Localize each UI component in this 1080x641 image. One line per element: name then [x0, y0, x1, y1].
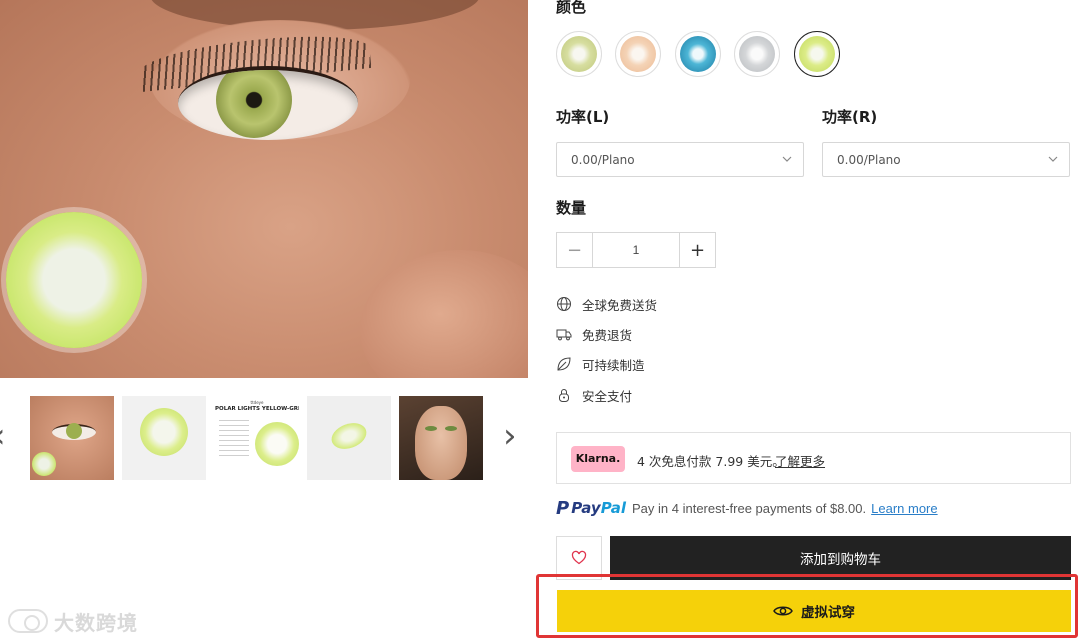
lock-icon — [559, 389, 569, 402]
feature-free-shipping: 全球免费送货 — [556, 294, 657, 314]
thumbnail-lens-disc — [140, 408, 188, 456]
swatch-yellow-green[interactable] — [556, 31, 602, 77]
quantity-increase-button[interactable]: + — [679, 233, 715, 267]
iris-shape — [216, 70, 292, 138]
thumbnail-eye-left — [425, 426, 437, 431]
chevron-down-icon — [782, 156, 792, 162]
heart-icon — [571, 550, 587, 565]
chevron-down-icon — [1048, 156, 1058, 162]
swatch-peach[interactable] — [615, 31, 661, 77]
thumbnail-strip: ‹ ttdeye POLAR LIGHTS YELLOW-GREEN › — [0, 396, 528, 480]
power-left-value: 0.00/Plano — [571, 153, 635, 167]
quantity-decrease-button[interactable]: − — [557, 233, 593, 267]
paypal-text: Pay in 4 interest-free payments of $8.00… — [632, 500, 867, 516]
swatch-grey[interactable] — [734, 31, 780, 77]
klarna-text: 4 次免息付款 7.99 美元。 — [637, 454, 785, 469]
contact-lens-image — [6, 212, 142, 348]
quantity-input[interactable] — [593, 233, 679, 267]
watermark-text: 大数跨境 — [54, 610, 138, 635]
thumbnail-lens-shape — [32, 452, 56, 476]
feature-secure-payment: 安全支付 — [556, 385, 632, 405]
klarna-banner: Klarna. 4 次免息付款 7.99 美元。 了解更多 — [556, 432, 1071, 484]
quantity-stepper: − + — [556, 232, 716, 268]
feature-text: 全球免费送货 — [582, 297, 658, 313]
swatch-lime[interactable] — [794, 31, 840, 77]
feature-free-returns: 免费退货 — [556, 324, 632, 344]
paypal-banner: P PayPal Pay in 4 interest-free payments… — [556, 497, 938, 519]
feature-text: 可持续制造 — [582, 357, 645, 373]
product-main-image — [0, 0, 528, 378]
thumbnail-eye-closeup[interactable] — [30, 396, 114, 480]
swatch-lens-dot — [799, 36, 835, 72]
feature-text: 安全支付 — [582, 388, 633, 404]
chevron-right-icon[interactable]: › — [503, 419, 527, 456]
paypal-p-icon: P — [556, 497, 570, 519]
color-label: 颜色 — [556, 0, 587, 16]
power-left-label: 功率(L) — [556, 108, 610, 126]
paypal-logo: PayPal — [571, 499, 626, 517]
swatch-lens-dot — [739, 36, 775, 72]
nose-shape — [360, 250, 528, 378]
swatch-aqua-blue[interactable] — [675, 31, 721, 77]
quantity-label: 数量 — [556, 199, 587, 217]
thumbnail-lens-disc — [255, 422, 299, 466]
thumbnail-lens-disc — [327, 418, 371, 454]
feature-text: 免费退货 — [582, 327, 633, 343]
swatch-lens-dot — [680, 36, 716, 72]
paypal-learn-more-link[interactable]: Learn more — [871, 501, 937, 516]
power-right-value: 0.00/Plano — [837, 153, 901, 167]
thumbnail-model-portrait[interactable] — [399, 396, 483, 480]
thumbnail-face-shape — [415, 406, 467, 480]
power-right-select[interactable]: 0.00/Plano — [822, 142, 1070, 177]
thumbnail-iris-shape — [66, 423, 82, 439]
truck-icon — [556, 329, 572, 341]
klarna-learn-more-link[interactable]: 了解更多 — [775, 451, 825, 470]
leaf-icon — [557, 357, 571, 371]
thumbnail-lens-single[interactable] — [122, 396, 206, 480]
globe-icon — [557, 297, 571, 311]
thumbnail-spec-lines — [219, 420, 249, 456]
thumbnail-lens-angled[interactable] — [307, 396, 391, 480]
eye-shape — [178, 66, 358, 140]
klarna-logo: Klarna. — [571, 446, 625, 472]
virtual-try-on-button[interactable]: 虚拟试穿 — [557, 590, 1071, 632]
eye-icon — [773, 606, 793, 616]
thumbnail-eye-shape — [52, 423, 96, 440]
thumbnail-brand: ttdeye — [250, 400, 264, 405]
virtual-try-on-label: 虚拟试穿 — [801, 605, 855, 621]
feature-sustainable: 可持续制造 — [556, 354, 645, 374]
swatch-lens-dot — [561, 36, 597, 72]
thumbnail-title: POLAR LIGHTS YELLOW-GREEN — [215, 406, 299, 412]
power-right-label: 功率(R) — [822, 108, 878, 126]
power-left-select[interactable]: 0.00/Plano — [556, 142, 804, 177]
chevron-left-icon[interactable]: ‹ — [0, 419, 16, 456]
thumbnail-product-info-card[interactable]: ttdeye POLAR LIGHTS YELLOW-GREEN — [215, 396, 299, 480]
watermark: 大数跨境 — [8, 606, 138, 636]
swatch-lens-dot — [620, 36, 656, 72]
watermark-logo-icon — [8, 609, 48, 633]
thumbnail-eye-right — [445, 426, 457, 431]
